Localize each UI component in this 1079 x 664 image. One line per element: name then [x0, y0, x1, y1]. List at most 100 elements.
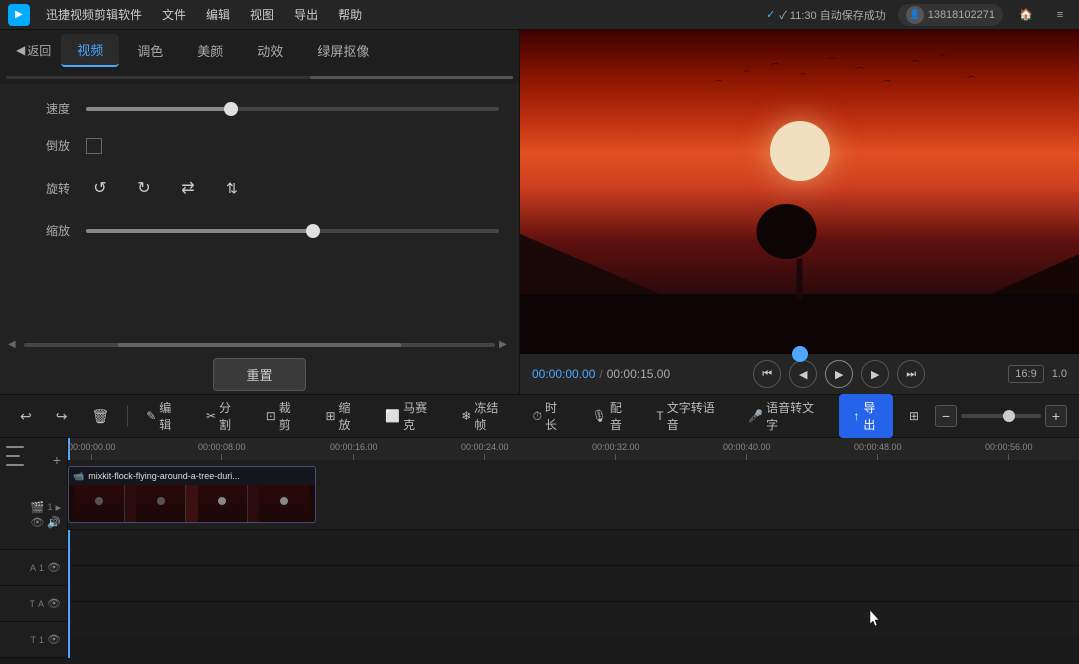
edit-button[interactable]: ✎ 编辑	[138, 395, 190, 437]
sub-track-2-icon: T	[30, 599, 36, 609]
zoom-slider-thumb	[1003, 410, 1015, 422]
menu-bar: ▶ 迅捷视频剪辑软件 文件 编辑 视图 导出 帮助 ✓ ✓ 11:30 自动保存…	[0, 0, 1079, 30]
step-forward-button[interactable]: ▶	[861, 360, 889, 388]
zoom-in-button[interactable]: +	[1045, 405, 1067, 427]
split-label: 分割	[219, 399, 242, 433]
ruler-tick-5: 00:00:40.00	[723, 442, 771, 460]
menu-help[interactable]: 帮助	[330, 2, 370, 27]
mask-button[interactable]: ⬜ 马赛克	[377, 395, 445, 437]
ruler-label-0: 00:00:00.00	[68, 442, 116, 452]
export-label: 导出	[863, 399, 879, 433]
voiceover-button[interactable]: 🎙 配音	[584, 395, 641, 437]
ruler-tick-4: 00:00:32.00	[592, 442, 640, 460]
play-pause-button[interactable]: ▶	[825, 360, 853, 388]
tab-color[interactable]: 调色	[121, 35, 179, 66]
rotate-cw-button[interactable]: ↻	[130, 174, 158, 202]
zoom-icon: ⊞	[325, 409, 335, 423]
back-label: 返回	[27, 42, 51, 59]
speed-slider[interactable]	[86, 107, 499, 111]
redo-button[interactable]: ↪	[48, 404, 76, 429]
skip-forward-button[interactable]: ⏭	[897, 360, 925, 388]
ruler-tick-3: 00:00:24.00	[461, 442, 509, 460]
tab-video[interactable]: 视频	[61, 34, 119, 67]
speech-to-text-button[interactable]: T 文字转语音	[648, 395, 732, 437]
rotate-ccw-button[interactable]: ↺	[86, 174, 114, 202]
skip-back-button[interactable]: ⏮	[753, 360, 781, 388]
zoom-button[interactable]: ⊞ 缩放	[317, 395, 369, 437]
tab-beauty[interactable]: 美颜	[181, 35, 239, 66]
sub-track-1-eye[interactable]: 👁	[47, 561, 61, 574]
sub-track-3-num: 1	[39, 635, 44, 645]
home-button[interactable]: 🏠	[1015, 4, 1037, 26]
scale-slider[interactable]	[86, 229, 499, 233]
video-track-expand[interactable]: ▸	[55, 501, 61, 514]
step-back-button[interactable]: ◀	[789, 360, 817, 388]
ruler-tick-1: 00:00:08.00	[198, 442, 246, 460]
total-time: 00:00:15.00	[607, 367, 670, 381]
rotate-controls: ↺ ↻ ⇄ ⇅	[86, 174, 246, 202]
timeline-menu-button[interactable]	[6, 446, 34, 466]
hscroll-left-arrow[interactable]: ◀	[8, 339, 20, 351]
clip-thumbnail-area	[69, 485, 315, 522]
hscroll-right-arrow[interactable]: ▶	[499, 339, 511, 351]
tab-chroma[interactable]: 绿屏抠像	[301, 35, 385, 66]
video-track-audio-icon[interactable]: 🔊	[47, 516, 61, 529]
menu-edit[interactable]: 编辑	[198, 2, 238, 27]
fullscreen-icon: ⊞	[909, 409, 919, 423]
export-button[interactable]: ↑ 导出	[839, 394, 893, 438]
video-track-btns: 👁 🔊	[30, 516, 61, 529]
sub-track-2-eye[interactable]: 👁	[47, 597, 61, 610]
crop-button[interactable]: ⊡ 裁剪	[258, 395, 310, 437]
export-icon: ↑	[853, 409, 859, 423]
flip-v-button[interactable]: ⇅	[218, 174, 246, 202]
undo-button[interactable]: ↩	[12, 404, 40, 429]
split-button[interactable]: ✂ 分割	[198, 395, 250, 437]
menu-view[interactable]: 视图	[242, 2, 282, 27]
reverse-checkbox[interactable]	[86, 138, 102, 154]
freeze-button[interactable]: ❄ 冻结帧	[453, 395, 516, 437]
menu-export[interactable]: 导出	[286, 2, 326, 27]
ruler-tick-6: 00:00:48.00	[854, 442, 902, 460]
bird-4: ⌒	[800, 72, 807, 82]
video-clip[interactable]: 📹 mixkit-flock-flying-around-a-tree-duri…	[68, 466, 316, 523]
ruler-label-3: 00:00:24.00	[461, 442, 509, 452]
voice-recog-label: 语音转文字	[766, 399, 823, 433]
crop-label: 裁剪	[279, 399, 302, 433]
user-info[interactable]: 👤 13818102271	[898, 4, 1003, 26]
sub-track-3-eye[interactable]: 👁	[47, 633, 61, 646]
voice-recog-button[interactable]: 🎤 语音转文字	[740, 395, 831, 437]
mask-label: 马赛克	[403, 399, 437, 433]
tab-effects[interactable]: 动效	[241, 35, 299, 66]
back-button[interactable]: ◀ 返回	[8, 38, 59, 63]
flip-h-button[interactable]: ⇄	[174, 174, 202, 202]
reset-button[interactable]: 重置	[213, 358, 305, 391]
ruler-label-1: 00:00:08.00	[198, 442, 246, 452]
panel-content: 速度 倒放 旋转 ↺ ↻ ⇄ ⇅	[0, 84, 519, 336]
add-track-icon[interactable]: +	[53, 452, 61, 468]
sub-track-1	[68, 530, 1079, 566]
sub-track-1-sidebar: A 1 👁	[0, 550, 67, 586]
edit-icon: ✎	[146, 409, 156, 423]
aspect-ratio-selector[interactable]: 16:9	[1008, 365, 1043, 383]
voiceover-label: 配音	[610, 399, 633, 433]
fullscreen-button[interactable]: ⊞	[901, 405, 927, 427]
duration-button[interactable]: ⏱ 时长	[525, 395, 576, 437]
app-title: 迅捷视频剪辑软件	[38, 2, 150, 27]
delete-button[interactable]: 🗑	[83, 404, 117, 429]
menu-file[interactable]: 文件	[154, 2, 194, 27]
reverse-label: 倒放	[20, 137, 70, 154]
hscroll-track	[24, 343, 495, 347]
speech-to-text-label: 文字转语音	[667, 399, 725, 433]
edit-label: 编辑	[159, 399, 182, 433]
video-track-eye-icon[interactable]: 👁	[30, 516, 44, 529]
bird-8: ⌒	[911, 59, 919, 70]
more-button[interactable]: ≡	[1049, 4, 1071, 26]
zoom-slider[interactable]	[961, 414, 1041, 418]
thumb-3	[198, 485, 248, 522]
undo-icon: ↩	[20, 408, 32, 425]
scale-label: 缩放	[20, 222, 70, 239]
tree-trunk	[797, 259, 803, 299]
sub-track-2	[68, 566, 1079, 602]
ruler-label-2: 00:00:16.00	[330, 442, 378, 452]
zoom-out-button[interactable]: −	[935, 405, 957, 427]
